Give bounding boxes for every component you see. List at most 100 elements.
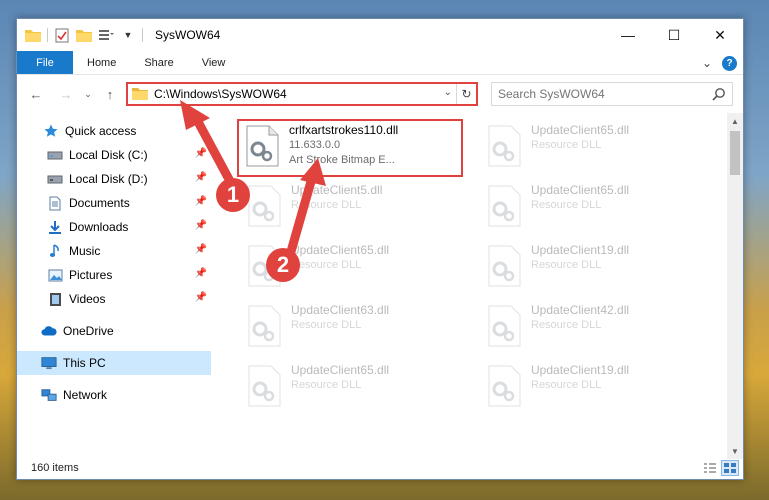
- folder-icon: [132, 86, 148, 103]
- dll-file-icon: [487, 125, 523, 167]
- file-tile[interactable]: crlfxartstrokes110.dll 11.633.0.0 Art St…: [237, 119, 463, 177]
- computer-icon: [41, 355, 57, 371]
- file-tile[interactable]: UpdateClient5.dll Resource DLL: [241, 181, 467, 239]
- sidebar-item-local-disk-d[interactable]: Local Disk (D:) 📌: [17, 167, 211, 191]
- file-description: Resource DLL: [291, 259, 362, 271]
- address-bar[interactable]: C:\Windows\SysWOW64 ⌄ ↻: [126, 82, 478, 106]
- sidebar-item-label: Network: [63, 388, 108, 402]
- file-tile[interactable]: UpdateClient65.dll Resource DLL: [481, 121, 707, 179]
- maximize-button[interactable]: ☐: [651, 19, 697, 51]
- pin-icon[interactable]: 📌: [195, 268, 207, 279]
- pin-icon[interactable]: 📌: [195, 172, 207, 183]
- tab-view[interactable]: View: [188, 51, 240, 74]
- back-button[interactable]: ←: [27, 85, 45, 103]
- file-name: UpdateClient5.dll: [291, 183, 383, 197]
- address-path: C:\Windows\SysWOW64: [154, 87, 287, 101]
- sidebar-item-music[interactable]: Music 📌: [17, 239, 211, 263]
- tab-home[interactable]: Home: [73, 51, 130, 74]
- file-description: Resource DLL: [291, 199, 362, 211]
- new-folder-icon[interactable]: [76, 27, 92, 43]
- tiles-view-icon[interactable]: [721, 460, 739, 476]
- sidebar-item-label: This PC: [63, 356, 106, 370]
- navigation-bar: ← → ⌄ ↑ C:\Windows\SysWOW64 ⌄ ↻: [17, 79, 743, 109]
- sidebar-item-label: Documents: [69, 196, 130, 210]
- vertical-scrollbar[interactable]: ▲ ▼: [727, 113, 743, 459]
- file-tile[interactable]: UpdateClient42.dll Resource DLL: [481, 301, 707, 359]
- pin-icon[interactable]: 📌: [195, 196, 207, 207]
- minimize-button[interactable]: —: [605, 19, 651, 51]
- file-name: UpdateClient19.dll: [531, 363, 630, 377]
- close-button[interactable]: ✕: [697, 19, 743, 51]
- file-description: Resource DLL: [291, 379, 362, 391]
- file-name: UpdateClient42.dll: [531, 303, 630, 317]
- details-view-icon[interactable]: [701, 460, 719, 476]
- chevron-down-icon[interactable]: ⌄: [444, 87, 452, 98]
- file-name: UpdateClient65.dll: [291, 243, 390, 257]
- file-list: crlfxartstrokes110.dll 11.633.0.0 Art St…: [221, 113, 727, 459]
- sidebar-item-this-pc[interactable]: This PC: [17, 351, 211, 375]
- file-tile[interactable]: UpdateClient65.dll Resource DLL: [241, 361, 467, 419]
- document-icon: [47, 195, 63, 211]
- file-tile[interactable]: UpdateClient65.dll Resource DLL: [481, 181, 707, 239]
- sidebar-item-documents[interactable]: Documents 📌: [17, 191, 211, 215]
- sidebar-item-label: Local Disk (D:): [69, 172, 148, 186]
- sidebar-item-videos[interactable]: Videos 📌: [17, 287, 211, 311]
- dll-file-icon: [245, 125, 281, 167]
- recent-locations-button[interactable]: ⌄: [79, 85, 97, 103]
- scroll-thumb[interactable]: [730, 131, 740, 175]
- file-description: Art Stroke Bitmap E...: [289, 154, 395, 166]
- file-description: Resource DLL: [531, 199, 602, 211]
- dll-file-icon: [487, 185, 523, 227]
- sidebar-item-label: Pictures: [69, 268, 113, 282]
- file-name: crlfxartstrokes110.dll: [289, 123, 399, 137]
- sidebar-item-downloads[interactable]: Downloads 📌: [17, 215, 211, 239]
- refresh-button[interactable]: ↻: [456, 84, 476, 104]
- search-input[interactable]: [498, 87, 698, 101]
- sidebar-item-onedrive[interactable]: OneDrive: [17, 319, 211, 343]
- sidebar-item-label: Quick access: [65, 124, 137, 138]
- sidebar-item-local-disk-c[interactable]: Local Disk (C:) 📌: [17, 143, 211, 167]
- help-icon[interactable]: ?: [722, 55, 737, 71]
- file-tile[interactable]: UpdateClient19.dll Resource DLL: [481, 241, 707, 299]
- sidebar-item-label: Videos: [69, 292, 106, 306]
- file-tile[interactable]: UpdateClient19.dll Resource DLL: [481, 361, 707, 419]
- forward-button[interactable]: →: [57, 85, 75, 103]
- sidebar-item-quick-access[interactable]: Quick access: [17, 119, 211, 143]
- dll-file-icon: [247, 185, 283, 227]
- tab-file[interactable]: File: [17, 51, 73, 74]
- tab-share[interactable]: Share: [130, 51, 187, 74]
- scroll-up-icon[interactable]: ▲: [727, 113, 743, 129]
- customize-toolbar-icon[interactable]: [98, 27, 114, 43]
- file-name: UpdateClient65.dll: [531, 183, 630, 197]
- properties-icon[interactable]: [54, 27, 70, 43]
- sidebar-item-network[interactable]: Network: [17, 383, 211, 407]
- sidebar-item-label: Downloads: [69, 220, 129, 234]
- dll-file-icon: [247, 365, 283, 407]
- expand-ribbon-icon[interactable]: ⌄: [702, 56, 712, 70]
- file-description: Resource DLL: [531, 139, 602, 151]
- sidebar-item-label: OneDrive: [63, 324, 114, 338]
- file-description: Resource DLL: [291, 319, 362, 331]
- search-box[interactable]: [491, 82, 733, 106]
- navigation-pane: Quick access Local Disk (C:) 📌 Local Dis…: [17, 113, 211, 459]
- folder-icon: [25, 27, 41, 43]
- search-icon[interactable]: [712, 87, 726, 104]
- toolbar-separator: [47, 28, 48, 42]
- pin-icon[interactable]: 📌: [195, 148, 207, 159]
- pin-icon[interactable]: 📌: [195, 292, 207, 303]
- file-tile[interactable]: UpdateClient63.dll Resource DLL: [241, 301, 467, 359]
- pictures-icon: [47, 267, 63, 283]
- window-controls: — ☐ ✕: [605, 19, 743, 51]
- up-button[interactable]: ↑: [101, 85, 119, 103]
- pin-icon[interactable]: 📌: [195, 220, 207, 231]
- file-name: UpdateClient19.dll: [531, 243, 630, 257]
- sidebar-item-pictures[interactable]: Pictures 📌: [17, 263, 211, 287]
- sidebar-item-label: Local Disk (C:): [69, 148, 148, 162]
- window-title: SysWOW64: [155, 28, 221, 42]
- chevron-down-icon[interactable]: ▼: [120, 27, 136, 43]
- dll-file-icon: [487, 365, 523, 407]
- pin-icon[interactable]: 📌: [195, 244, 207, 255]
- dll-file-icon: [487, 245, 523, 287]
- sidebar-item-label: Music: [69, 244, 101, 258]
- annotation-badge-2: 2: [266, 248, 300, 282]
